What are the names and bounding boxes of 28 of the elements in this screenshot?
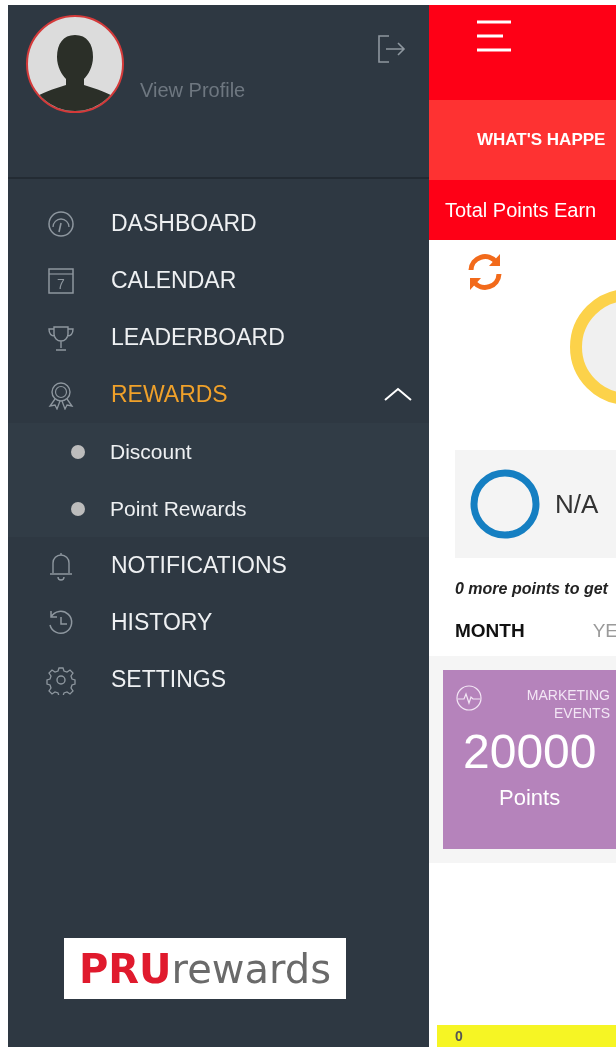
whats-happening-banner[interactable]: WHAT'S HAPPE <box>429 100 616 180</box>
medal-icon <box>46 379 76 410</box>
total-points-label: Total Points Earn <box>429 180 616 240</box>
period-tab[interactable]: MONTH <box>455 620 525 652</box>
heartbeat-icon <box>455 684 483 712</box>
points-hint: 0 more points to get <box>455 580 610 598</box>
card-title: MARKETING EVENTS <box>525 686 610 723</box>
gauge-icon <box>46 208 76 239</box>
chevron-up-icon[interactable] <box>383 385 413 404</box>
menu-item[interactable]: LEADERBOARD <box>8 309 429 366</box>
menu-item[interactable]: HISTORY <box>8 594 429 651</box>
submenu-item[interactable]: Point Rewards <box>8 480 429 537</box>
points-unit: Points <box>499 785 562 812</box>
menu-item[interactable]: SETTINGS <box>8 651 429 708</box>
gear-icon <box>46 664 76 695</box>
submenu-item[interactable]: Discount <box>8 423 429 480</box>
points-value: 20000 <box>463 724 598 780</box>
prurewards-logo: PRUrewards <box>64 938 346 999</box>
menu-icon[interactable] <box>475 19 513 53</box>
footer-bar: 0 <box>437 1025 616 1047</box>
status-text: N/A <box>555 488 599 520</box>
menu-item[interactable]: NOTIFICATIONS <box>8 537 429 594</box>
menu-item[interactable]: 7 CALENDAR <box>8 252 429 309</box>
menu-item[interactable]: DASHBOARD <box>8 195 429 252</box>
menu-item[interactable]: REWARDS <box>8 366 429 423</box>
calendar-icon: 7 <box>46 265 76 296</box>
logout-icon[interactable] <box>375 33 407 65</box>
ring-icon <box>469 468 541 540</box>
